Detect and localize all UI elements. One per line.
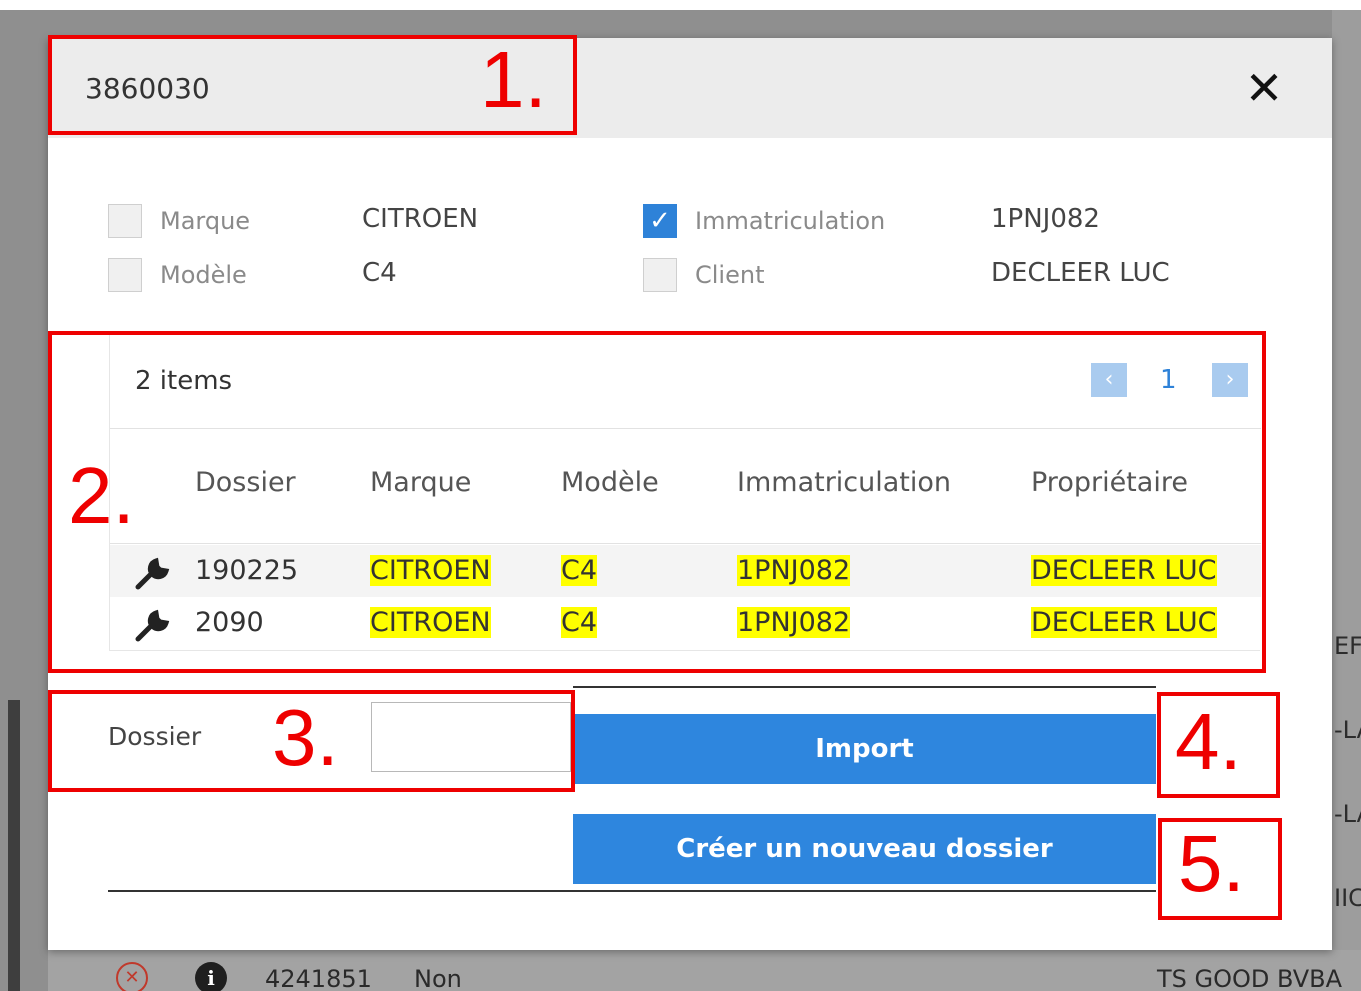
- filter-label: Client: [695, 261, 765, 289]
- filter-value-modele: C4: [362, 258, 397, 288]
- annotation-number-3: 3.: [272, 693, 339, 782]
- background-right-column: [1332, 10, 1361, 991]
- import-button[interactable]: Import: [573, 714, 1156, 784]
- filter-marque[interactable]: Marque: [108, 204, 250, 238]
- modele-checkbox[interactable]: [108, 258, 142, 292]
- background-top-strip: [0, 0, 1361, 10]
- filter-value-client: DECLEER LUC: [991, 258, 1170, 288]
- annotation-number-1: 1.: [480, 35, 547, 124]
- background-right-text: -LA: [1334, 800, 1361, 828]
- background-left-bar: [8, 700, 20, 991]
- client-checkbox[interactable]: [643, 258, 677, 292]
- annotation-box-2: [48, 331, 1266, 673]
- filter-label: Immatriculation: [695, 207, 886, 235]
- background-right-text: EF: [1334, 632, 1361, 660]
- filter-label: Modèle: [160, 261, 247, 289]
- divider: [108, 890, 1156, 892]
- background-row-status: Non: [414, 965, 462, 991]
- background-right-text: IIC: [1334, 884, 1361, 912]
- info-icon[interactable]: i: [195, 962, 227, 991]
- background-row-number: 4241851: [265, 965, 372, 991]
- filter-value-marque: CITROEN: [362, 204, 479, 234]
- filter-immatriculation[interactable]: ✓ Immatriculation: [643, 204, 885, 238]
- filter-value-immatriculation: 1PNJ082: [991, 204, 1100, 234]
- cancel-circle-icon[interactable]: ✕: [116, 962, 148, 991]
- annotation-number-2: 2.: [68, 451, 135, 540]
- annotation-number-5: 5.: [1178, 819, 1245, 908]
- filter-client[interactable]: Client: [643, 258, 764, 292]
- immatriculation-checkbox[interactable]: ✓: [643, 204, 677, 238]
- close-icon[interactable]: ✕: [1238, 62, 1290, 114]
- marque-checkbox[interactable]: [108, 204, 142, 238]
- filter-label: Marque: [160, 207, 251, 235]
- annotation-number-4: 4.: [1175, 697, 1242, 786]
- filter-modele[interactable]: Modèle: [108, 258, 247, 292]
- create-new-dossier-button[interactable]: Créer un nouveau dossier: [573, 814, 1156, 884]
- background-right-text: -LA: [1334, 716, 1361, 744]
- divider: [573, 686, 1156, 688]
- checkmark-icon: ✓: [649, 206, 671, 236]
- background-row-company: TS GOOD BVBA: [1157, 965, 1343, 991]
